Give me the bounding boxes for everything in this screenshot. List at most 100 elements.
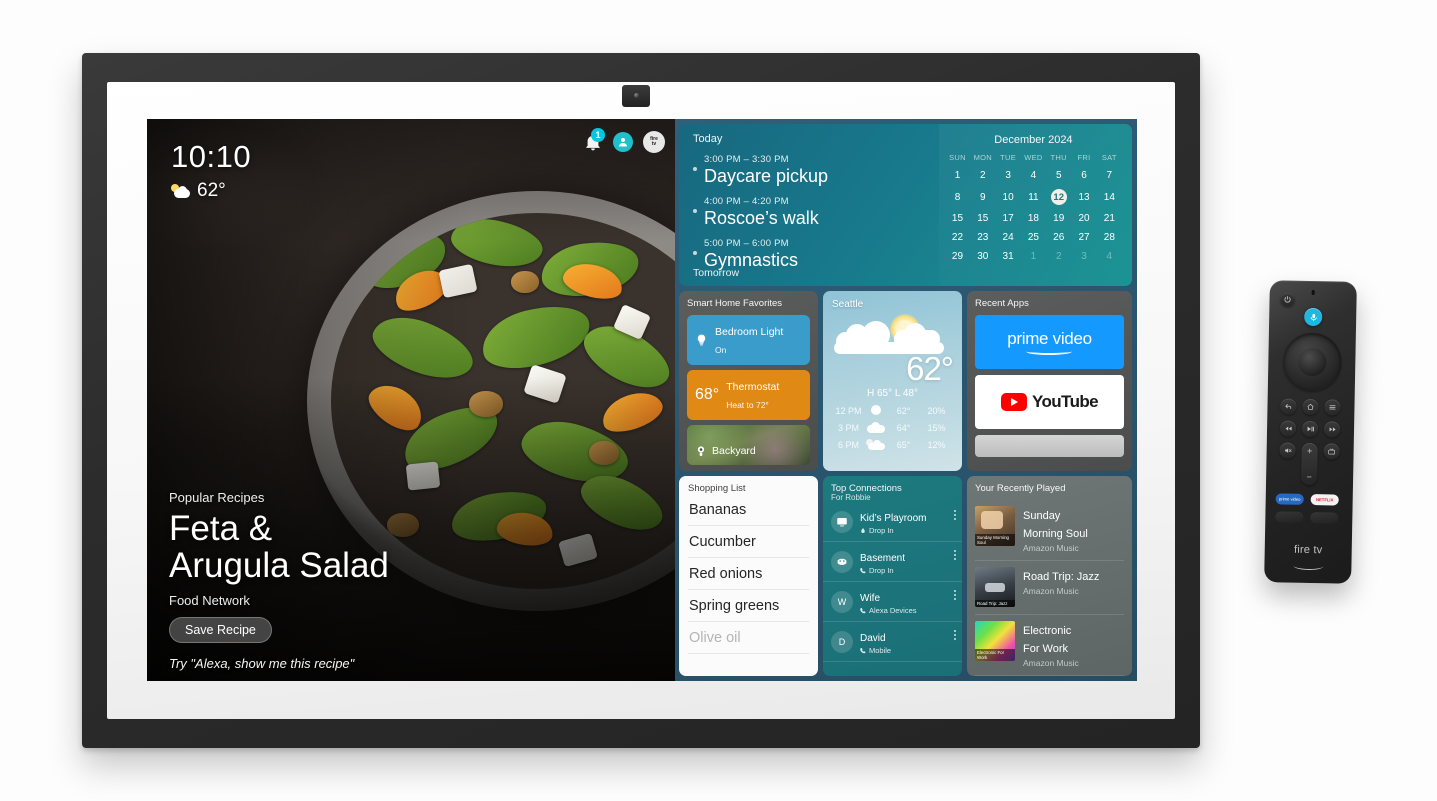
remote-app-button-prime-video[interactable]: prime video <box>1275 493 1304 505</box>
save-recipe-button[interactable]: Save Recipe <box>169 617 272 643</box>
app-tile-youtube[interactable]: YouTube <box>975 375 1124 429</box>
recipe-hero-panel[interactable]: 10:10 62° 1 fire tv Popular Recipes Feta… <box>147 119 675 681</box>
contact-initial-avatar: W <box>831 590 853 613</box>
calendar-day[interactable]: 30 <box>970 247 995 266</box>
calendar-widget[interactable]: Today 3:00 PM – 3:30 PM Daycare pickup 4… <box>679 124 1132 286</box>
live-tv-button[interactable] <box>1323 443 1340 460</box>
calendar-day[interactable]: 10 <box>995 188 1020 207</box>
recent-apps-widget[interactable]: Recent Apps prime video YouTube <box>967 291 1132 471</box>
music-row[interactable]: Sunday Morning Soul Sunday Morning Soul A… <box>975 500 1124 561</box>
calendar-day[interactable]: 2 <box>1046 247 1071 266</box>
connection-row-wife[interactable]: W Wife Alexa Devices <box>823 582 962 622</box>
play-pause-button[interactable] <box>1301 420 1319 438</box>
calendar-day[interactable]: 13 <box>1071 188 1096 207</box>
app-tile-prime-video[interactable]: prime video <box>975 315 1124 369</box>
calendar-day[interactable]: 3 <box>1071 247 1096 266</box>
calendar-day[interactable]: 18 <box>1021 209 1046 228</box>
shopping-list-widget[interactable]: Shopping List Bananas Cucumber Red onion… <box>679 476 818 676</box>
calendar-day[interactable]: 24 <box>995 228 1020 247</box>
calendar-day[interactable]: 22 <box>945 228 970 247</box>
calendar-day[interactable]: 1 <box>945 166 970 185</box>
event-name: Daycare pickup <box>704 166 829 186</box>
mute-button[interactable] <box>1279 442 1296 459</box>
connection-overflow-menu[interactable] <box>954 590 956 600</box>
calendar-day[interactable]: 29 <box>945 247 970 266</box>
connection-row-basement[interactable]: Basement Drop In <box>823 542 962 582</box>
smart-home-widget[interactable]: Smart Home Favorites Bedroom Light On 68… <box>679 291 818 471</box>
shopping-list-item[interactable]: Cucumber <box>688 526 809 558</box>
calendar-day[interactable]: 15 <box>945 209 970 228</box>
calendar-day[interactable]: 8 <box>945 188 970 207</box>
app-tile-partial[interactable] <box>975 435 1124 457</box>
calendar-day[interactable]: 6 <box>1071 166 1096 185</box>
profile-avatar[interactable] <box>613 132 633 152</box>
agenda-event[interactable]: 4:00 PM – 4:20 PM Roscoe’s walk <box>693 196 927 229</box>
calendar-day[interactable]: 4 <box>1097 247 1122 266</box>
calendar-dow: THU <box>1050 153 1067 162</box>
volume-up-label[interactable]: + <box>1307 446 1312 456</box>
calendar-day[interactable]: 9 <box>970 188 995 207</box>
shopping-list-item[interactable]: Spring greens <box>688 590 809 622</box>
connection-overflow-menu[interactable] <box>954 630 956 640</box>
calendar-day[interactable]: 3 <box>995 166 1020 185</box>
calendar-day[interactable]: 17 <box>995 209 1020 228</box>
rewind-button[interactable] <box>1279 420 1297 437</box>
connection-sub: Drop In <box>860 526 927 535</box>
calendar-day[interactable]: 14 <box>1097 188 1122 207</box>
menu-button[interactable] <box>1324 399 1341 416</box>
agenda-event[interactable]: 3:00 PM – 3:30 PM Daycare pickup <box>693 154 927 187</box>
fast-forward-button[interactable] <box>1323 421 1341 438</box>
voice-button[interactable] <box>1304 307 1323 327</box>
shopping-list-item[interactable]: Bananas <box>688 494 809 526</box>
calendar-day[interactable]: 28 <box>1097 228 1122 247</box>
smart-home-tile-backyard-camera[interactable]: Backyard <box>687 425 810 465</box>
music-row[interactable]: Road Trip: Jazz Road Trip: Jazz Amazon M… <box>975 561 1124 615</box>
calendar-day[interactable]: 11 <box>1021 188 1046 207</box>
calendar-month-grid[interactable]: December 2024 SUN MON TUE WED THU FRI SA… <box>938 124 1132 286</box>
calendar-day[interactable]: 1 <box>1021 247 1046 266</box>
phone-icon <box>860 608 866 614</box>
calendar-day[interactable]: 27 <box>1071 228 1096 247</box>
calendar-day[interactable]: 5 <box>1046 166 1071 185</box>
notifications-button[interactable]: 1 <box>583 128 605 152</box>
connection-overflow-menu[interactable] <box>954 550 956 560</box>
home-button[interactable] <box>1302 398 1319 416</box>
top-connections-widget[interactable]: Top Connections For Robbie Kid’s Playroo… <box>823 476 962 676</box>
calendar-day[interactable]: 20 <box>1071 209 1096 228</box>
volume-down-label[interactable]: − <box>1306 472 1311 482</box>
calendar-day[interactable]: 23 <box>970 228 995 247</box>
remote-app-button-blank-1[interactable] <box>1275 511 1304 523</box>
power-button[interactable] <box>1280 292 1295 307</box>
calendar-day[interactable]: 26 <box>1046 228 1071 247</box>
connection-row-kids-playroom[interactable]: Kid’s Playroom Drop In <box>823 502 962 542</box>
back-button[interactable] <box>1280 398 1297 415</box>
smart-home-tile-bedroom-light[interactable]: Bedroom Light On <box>687 315 810 365</box>
select-button[interactable] <box>1298 347 1327 377</box>
calendar-week-row: 29 30 31 1 2 3 4 <box>945 247 1122 266</box>
weather-widget[interactable]: Seattle 62° H 65° L 48° 12 PM 62° 20% 3 … <box>823 291 962 471</box>
calendar-day[interactable]: 4 <box>1021 166 1046 185</box>
volume-rocker[interactable]: + − <box>1300 442 1318 486</box>
navigation-dpad[interactable] <box>1282 332 1342 392</box>
event-time: 5:00 PM – 6:00 PM <box>704 238 789 250</box>
remote-app-button-blank-2[interactable] <box>1310 512 1339 524</box>
recently-played-widget[interactable]: Your Recently Played Sunday Morning Soul… <box>967 476 1132 676</box>
weather-hourly-row: 6 PM 65° 12% <box>832 439 953 450</box>
smart-home-tile-thermostat[interactable]: 68° Thermostat Heat to 72° <box>687 370 810 420</box>
shopping-list-item[interactable]: Red onions <box>688 558 809 590</box>
calendar-day[interactable]: 7 <box>1097 166 1122 185</box>
calendar-day[interactable]: 2 <box>970 166 995 185</box>
calendar-day-today[interactable]: 12 <box>1046 185 1071 209</box>
connection-row-david[interactable]: D David Mobile <box>823 622 962 662</box>
shopping-list-item[interactable]: Olive oil <box>688 622 809 654</box>
calendar-day[interactable]: 25 <box>1021 228 1046 247</box>
remote-app-button-netflix[interactable]: NETFLIX <box>1310 494 1339 506</box>
calendar-day[interactable]: 31 <box>995 247 1020 266</box>
music-row[interactable]: Electronic For Work Electronic For Work A… <box>975 615 1124 676</box>
drop-in-icon <box>861 528 865 533</box>
calendar-day[interactable]: 15 <box>970 209 995 228</box>
fire-tv-remote[interactable]: + − prime video NETFLIX fire tv <box>1264 280 1357 584</box>
calendar-day[interactable]: 19 <box>1046 209 1071 228</box>
connection-overflow-menu[interactable] <box>954 510 956 520</box>
calendar-day[interactable]: 21 <box>1097 209 1122 228</box>
